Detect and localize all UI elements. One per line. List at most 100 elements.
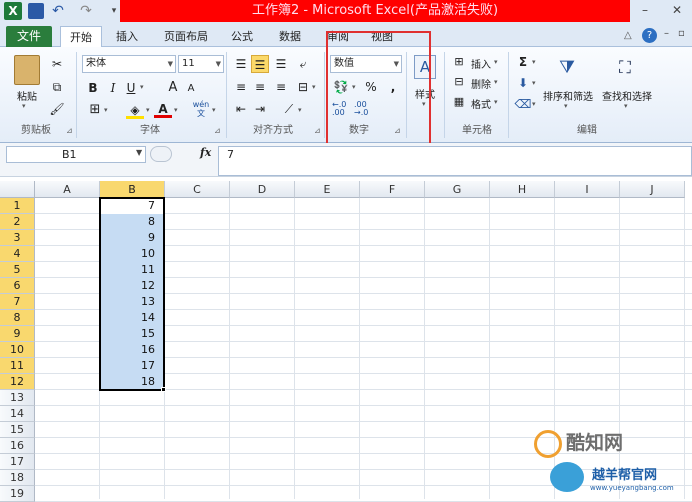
format-cells-icon[interactable]: ▦	[450, 93, 468, 111]
grow-font-button[interactable]: A	[164, 79, 182, 97]
align-right-icon[interactable]: ≡	[272, 78, 290, 96]
row-header-16[interactable]: 16	[0, 438, 35, 454]
underline-dropdown-icon[interactable]: ▾	[140, 83, 144, 91]
font-name-select[interactable]: 宋体 ▼	[82, 55, 176, 73]
row-header-5[interactable]: 5	[0, 262, 35, 278]
fill-icon[interactable]: ⬇	[514, 74, 532, 92]
format-cells-button[interactable]: 格式	[468, 96, 494, 111]
orientation-dropdown-icon[interactable]: ▾	[298, 106, 302, 114]
clear-icon[interactable]: ⌫	[514, 95, 532, 113]
fill-color-icon[interactable]: ◈	[126, 101, 144, 119]
autosum-dropdown-icon[interactable]: ▾	[532, 58, 536, 66]
row-header-13[interactable]: 13	[0, 390, 35, 406]
find-select-button[interactable]: 查找和选择	[598, 88, 656, 103]
column-header-g[interactable]: G	[425, 181, 490, 198]
wrap-text-icon[interactable]: ⤶	[294, 55, 312, 73]
minimize-icon[interactable]: –	[630, 0, 660, 20]
font-size-select[interactable]: 11 ▼	[178, 55, 224, 73]
save-icon[interactable]	[28, 3, 44, 19]
paste-icon[interactable]	[14, 55, 40, 85]
fill-color-dropdown-icon[interactable]: ▾	[146, 106, 150, 114]
name-box-dropdown-icon[interactable]: ▼	[136, 148, 142, 157]
delete-cells-button[interactable]: 删除	[468, 76, 494, 91]
underline-button[interactable]: U	[122, 79, 140, 97]
row-header-12[interactable]: 12	[0, 374, 35, 390]
font-color-dropdown-icon[interactable]: ▾	[174, 106, 178, 114]
phonetic-icon[interactable]: wén 文	[192, 100, 210, 118]
row-header-14[interactable]: 14	[0, 406, 35, 422]
sort-filter-icon[interactable]: ⧩	[554, 55, 580, 81]
help-icon[interactable]: ?	[642, 28, 657, 43]
align-bottom-icon[interactable]: ☰	[272, 55, 290, 73]
fill-handle[interactable]	[161, 387, 166, 392]
delete-cells-icon[interactable]: ⊟	[450, 73, 468, 91]
orientation-icon[interactable]: ⟋	[280, 100, 298, 118]
clipboard-launcher-icon[interactable]: ⊿	[66, 126, 73, 135]
clear-dropdown-icon[interactable]: ▾	[532, 100, 536, 108]
align-center-icon[interactable]: ≡	[251, 78, 269, 96]
italic-button[interactable]: I	[104, 79, 122, 97]
column-header-j[interactable]: J	[620, 181, 685, 198]
tab-home[interactable]: 开始	[60, 26, 102, 47]
align-left-icon[interactable]: ≡	[232, 78, 250, 96]
undo-icon[interactable]: ↶	[50, 3, 66, 19]
column-header-b[interactable]: B	[100, 181, 165, 198]
decrease-indent-icon[interactable]: ⇤	[232, 100, 250, 118]
ribbon-window-min-icon[interactable]: –	[664, 28, 669, 39]
column-header-e[interactable]: E	[295, 181, 360, 198]
merge-center-icon[interactable]: ⊟	[294, 78, 312, 96]
row-header-11[interactable]: 11	[0, 358, 35, 374]
tab-formulas[interactable]: 公式	[224, 26, 260, 47]
row-header-4[interactable]: 4	[0, 246, 35, 262]
row-header-17[interactable]: 17	[0, 454, 35, 470]
collapse-ribbon-icon[interactable]: △	[624, 30, 632, 41]
name-box[interactable]: B1	[6, 146, 146, 163]
font-launcher-icon[interactable]: ⊿	[214, 126, 221, 135]
merge-dropdown-icon[interactable]: ▾	[312, 83, 316, 91]
close-icon[interactable]: ✕	[662, 0, 692, 20]
tab-data[interactable]: 数据	[272, 26, 308, 47]
find-select-dropdown-icon[interactable]: ▾	[624, 102, 628, 110]
row-header-6[interactable]: 6	[0, 278, 35, 294]
row-header-8[interactable]: 8	[0, 310, 35, 326]
row-header-18[interactable]: 18	[0, 470, 35, 486]
column-header-f[interactable]: F	[360, 181, 425, 198]
increase-indent-icon[interactable]: ⇥	[251, 100, 269, 118]
align-middle-icon[interactable]: ☰	[251, 55, 269, 73]
row-header-19[interactable]: 19	[0, 486, 35, 502]
binoculars-icon[interactable]: ⛶	[612, 55, 638, 81]
column-header-c[interactable]: C	[165, 181, 230, 198]
cut-icon[interactable]: ✂	[48, 55, 66, 73]
phonetic-dropdown-icon[interactable]: ▾	[212, 106, 216, 114]
format-painter-icon[interactable]: 🖌	[48, 100, 66, 118]
delete-dropdown-icon[interactable]: ▾	[494, 78, 498, 86]
row-header-3[interactable]: 3	[0, 230, 35, 246]
border-dropdown-icon[interactable]: ▾	[104, 106, 108, 114]
sort-filter-button[interactable]: 排序和筛选	[540, 88, 596, 103]
column-header-d[interactable]: D	[230, 181, 295, 198]
format-dropdown-icon[interactable]: ▾	[494, 98, 498, 106]
row-header-1[interactable]: 1	[0, 198, 35, 214]
row-header-9[interactable]: 9	[0, 326, 35, 342]
border-icon[interactable]: ⊞	[86, 101, 104, 119]
column-header-i[interactable]: I	[555, 181, 620, 198]
insert-cells-button[interactable]: 插入	[468, 56, 494, 71]
align-top-icon[interactable]: ☰	[232, 55, 250, 73]
ribbon-window-restore-icon[interactable]: ▫	[678, 28, 685, 39]
select-all-corner[interactable]	[0, 181, 35, 198]
tab-insert[interactable]: 插入	[108, 26, 146, 47]
tab-page-layout[interactable]: 页面布局	[158, 26, 214, 47]
bold-button[interactable]: B	[84, 79, 102, 97]
column-header-h[interactable]: H	[490, 181, 555, 198]
row-header-15[interactable]: 15	[0, 422, 35, 438]
formula-bar-handle-icon[interactable]	[150, 146, 172, 162]
row-header-10[interactable]: 10	[0, 342, 35, 358]
redo-icon[interactable]: ↷	[78, 3, 94, 19]
column-header-a[interactable]: A	[35, 181, 100, 198]
copy-icon[interactable]: ⧉	[48, 78, 66, 96]
formula-input[interactable]: 7	[218, 146, 692, 176]
row-header-2[interactable]: 2	[0, 214, 35, 230]
excel-app-icon[interactable]: X	[4, 2, 22, 20]
alignment-launcher-icon[interactable]: ⊿	[314, 126, 321, 135]
fill-dropdown-icon[interactable]: ▾	[532, 79, 536, 87]
